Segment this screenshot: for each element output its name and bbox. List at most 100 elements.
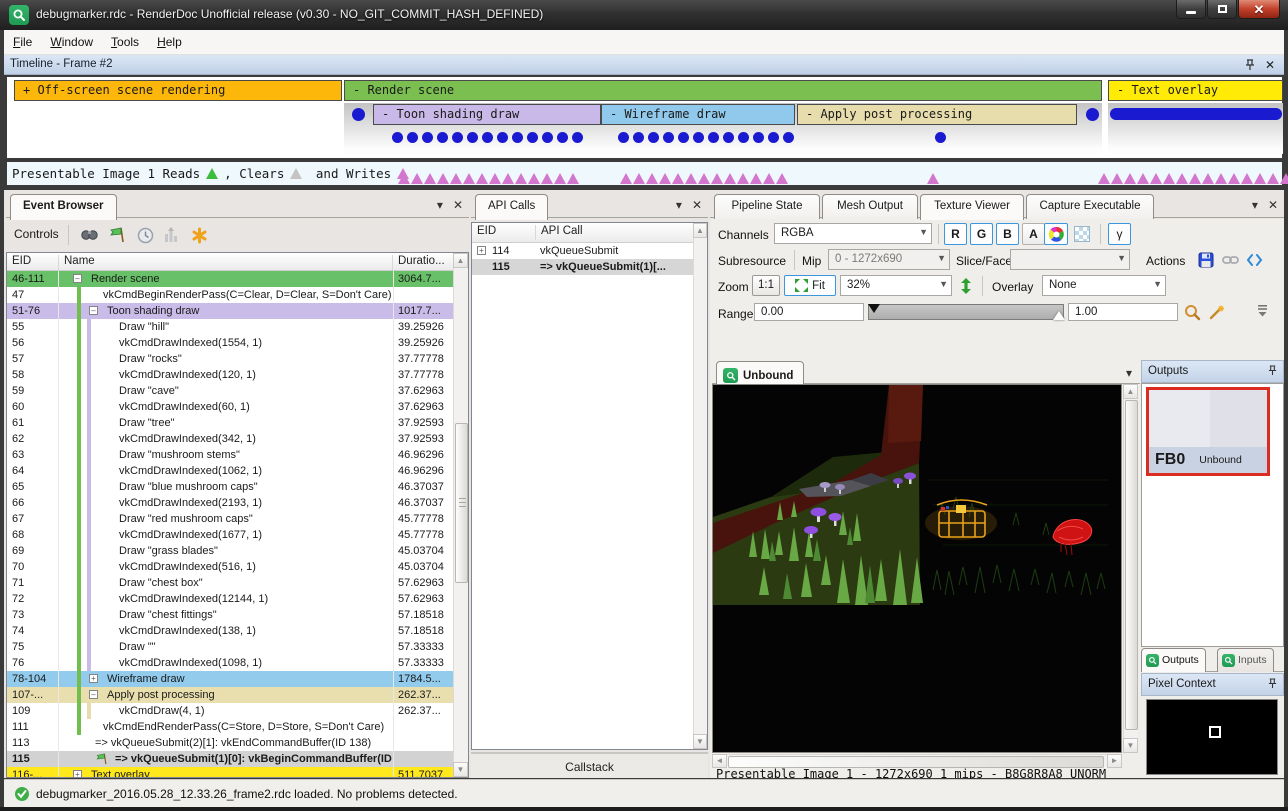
tab-texture-viewer[interactable]: Texture Viewer [920, 194, 1024, 220]
pixel-context-view[interactable] [1146, 699, 1278, 775]
column-eid[interactable]: EID [472, 225, 536, 240]
write-usage-triangle[interactable] [567, 173, 579, 184]
write-usage-triangle[interactable] [411, 173, 423, 184]
tree-expander-icon[interactable]: + [89, 674, 98, 683]
timeline[interactable]: + Off-screen scene rendering- Render sce… [6, 76, 1283, 159]
table-row[interactable]: 72vkCmdDrawIndexed(12144, 1)57.62963 [7, 591, 453, 607]
draw-event-dot[interactable] [392, 132, 403, 143]
callstack-section[interactable]: Callstack [471, 752, 708, 778]
pin-icon[interactable] [1268, 365, 1277, 379]
write-usage-triangle[interactable] [1176, 173, 1188, 184]
texture-vscrollbar[interactable]: ▲ ▼ [1123, 384, 1138, 753]
scroll-up-icon[interactable]: ▲ [693, 223, 707, 238]
write-usage-triangle[interactable] [515, 173, 527, 184]
scroll-down-icon[interactable]: ▼ [693, 734, 707, 749]
timeline-marker-off-screen-scene-rendering[interactable]: + Off-screen scene rendering [14, 80, 342, 101]
write-usage-triangle[interactable] [1267, 173, 1279, 184]
table-row[interactable]: 60vkCmdDrawIndexed(60, 1)37.62963 [7, 399, 453, 415]
table-row[interactable]: 107-...–Apply post processing262.37... [7, 687, 453, 703]
write-usage-triangle[interactable] [620, 173, 632, 184]
write-usage-triangle[interactable] [724, 173, 736, 184]
table-row[interactable]: 51-76–Toon shading draw1017.7... [7, 303, 453, 319]
write-usage-triangle[interactable] [1228, 173, 1240, 184]
range-white-point-handle[interactable] [1053, 311, 1065, 320]
table-row[interactable]: 46-111–Render scene3064.7... [7, 271, 453, 287]
tab-api-calls[interactable]: API Calls [475, 194, 548, 220]
table-row[interactable]: 59Draw "cave"37.62963 [7, 383, 453, 399]
menu-item-tools[interactable]: Tools [102, 30, 148, 53]
timeline-marker-apply-post-processing[interactable]: - Apply post processing [797, 104, 1077, 125]
save-texture-button[interactable] [1194, 249, 1218, 271]
draw-event-dot[interactable] [693, 132, 704, 143]
write-usage-triangle[interactable] [1280, 173, 1288, 184]
draw-event-dot[interactable] [663, 132, 674, 143]
table-row[interactable]: 69Draw "grass blades"45.03704 [7, 543, 453, 559]
menu-item-window[interactable]: Window [41, 30, 102, 53]
write-usage-triangle[interactable] [1189, 173, 1201, 184]
table-row[interactable]: 115=> vkQueueSubmit(1)[0]: vkBeginComman… [7, 751, 453, 767]
table-row[interactable]: 71Draw "chest box"57.62963 [7, 575, 453, 591]
timeline-marker-wireframe-draw[interactable]: - Wireframe draw [601, 104, 795, 125]
timeline-marker-text-overlay[interactable]: - Text overlay [1108, 80, 1283, 101]
title-bar[interactable]: debugmarker.rdc - RenderDoc Unofficial r… [0, 0, 1288, 30]
table-row[interactable]: 66vkCmdDrawIndexed(2193, 1)46.37037 [7, 495, 453, 511]
column-api-call[interactable]: API Call [536, 225, 691, 240]
toolbar-overflow-icon[interactable] [1254, 303, 1270, 319]
channel-a-button[interactable]: A [1022, 223, 1045, 245]
scroll-up-icon[interactable]: ▲ [453, 253, 468, 268]
panel-menu-icon[interactable]: ▾ [437, 198, 443, 212]
draw-event-dot[interactable] [452, 132, 463, 143]
table-row[interactable]: 76vkCmdDrawIndexed(1098, 1)57.33333 [7, 655, 453, 671]
panel-menu-icon[interactable]: ▾ [1252, 198, 1258, 212]
channel-g-button[interactable]: G [970, 223, 993, 245]
draw-event-dot[interactable] [648, 132, 659, 143]
scroll-left-icon[interactable]: ◄ [712, 754, 727, 768]
write-usage-triangle[interactable] [737, 173, 749, 184]
flip-y-button[interactable] [956, 275, 976, 297]
range-min-input[interactable]: 0.00 [754, 303, 864, 321]
draw-event-dot[interactable] [437, 132, 448, 143]
table-row[interactable]: 74vkCmdDrawIndexed(138, 1)57.18518 [7, 623, 453, 639]
write-usage-triangle[interactable] [437, 173, 449, 184]
draw-event-dot[interactable] [618, 132, 629, 143]
draw-event-dot[interactable] [723, 132, 734, 143]
tab-unbound-texture[interactable]: Unbound [716, 361, 804, 385]
table-row[interactable]: 57Draw "rocks"37.77778 [7, 351, 453, 367]
write-usage-triangle[interactable] [554, 173, 566, 184]
draw-event-dot[interactable] [572, 132, 583, 143]
texture-list-dropdown-icon[interactable]: ▾ [1126, 366, 1132, 380]
draw-event-dot[interactable] [708, 132, 719, 143]
close-button[interactable]: ✕ [1238, 0, 1280, 19]
table-row[interactable]: 56vkCmdDrawIndexed(1554, 1)39.25926 [7, 335, 453, 351]
draw-event-dot[interactable] [783, 132, 794, 143]
range-wand-button[interactable] [1204, 301, 1228, 323]
range-black-point-handle[interactable] [868, 304, 880, 313]
write-usage-triangle[interactable] [1241, 173, 1253, 184]
panel-close-icon[interactable]: ✕ [453, 198, 463, 212]
write-usage-triangle[interactable] [1254, 173, 1266, 184]
timeline-close-icon[interactable]: ✕ [1262, 57, 1278, 73]
zoom-1to1-button[interactable]: 1:1 [752, 275, 780, 296]
range-slider[interactable] [868, 304, 1064, 320]
draw-event-dot[interactable] [1086, 108, 1099, 121]
draw-event-dot[interactable] [935, 132, 946, 143]
range-max-input[interactable]: 1.00 [1068, 303, 1178, 321]
write-usage-triangle[interactable] [398, 173, 410, 184]
write-usage-triangle[interactable] [450, 173, 462, 184]
open-resource-button[interactable] [1242, 249, 1266, 271]
write-usage-triangle[interactable] [1124, 173, 1136, 184]
timeline-marker-render-scene[interactable]: - Render scene [344, 80, 1102, 101]
write-usage-triangle[interactable] [646, 173, 658, 184]
table-row[interactable]: 62vkCmdDrawIndexed(342, 1)37.92593 [7, 431, 453, 447]
write-usage-triangle[interactable] [776, 173, 788, 184]
write-usage-triangle[interactable] [502, 173, 514, 184]
draw-event-dot[interactable] [633, 132, 644, 143]
panel-close-icon[interactable]: ✕ [1268, 198, 1278, 212]
column-name[interactable]: Name [59, 255, 393, 270]
mip-select[interactable]: 0 - 1272x690▼ [828, 249, 950, 270]
table-row[interactable]: 61Draw "tree"37.92593 [7, 415, 453, 431]
table-row[interactable]: 116-...+Text overlay511.7037 [7, 767, 453, 777]
fb0-thumbnail[interactable]: FB0 Unbound [1146, 387, 1270, 476]
draw-event-dot[interactable] [768, 132, 779, 143]
table-row[interactable]: 115=> vkQueueSubmit(1)[... [472, 259, 693, 275]
